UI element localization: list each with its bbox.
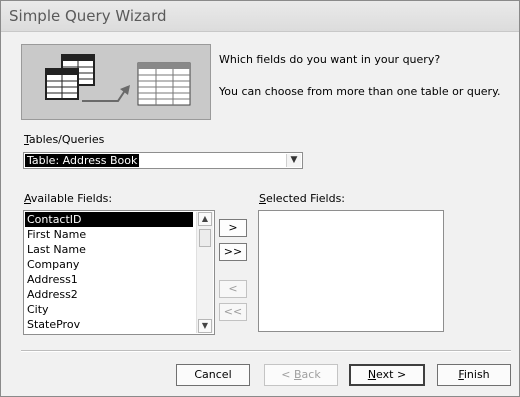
chevron-down-icon[interactable]: ▼: [286, 154, 301, 167]
list-item[interactable]: First Name: [25, 227, 193, 242]
selected-fields-list[interactable]: [258, 210, 444, 332]
tables-queries-label: Tables/Queries: [24, 133, 105, 146]
wizard-hint: You can choose from more than one table …: [219, 85, 501, 98]
remove-all-fields-button[interactable]: <<: [219, 303, 247, 321]
scroll-up-icon[interactable]: ▲: [198, 212, 212, 226]
list-item[interactable]: Last Name: [25, 242, 193, 257]
remove-field-button[interactable]: <: [219, 280, 247, 298]
wizard-illustration: [21, 44, 211, 120]
next-button[interactable]: Next >: [349, 364, 425, 386]
footer-divider: [21, 350, 511, 352]
wizard-question: Which fields do you want in your query?: [219, 53, 441, 66]
query-wizard-window: Simple Query Wizard Which fields do you …: [0, 0, 520, 397]
available-fields-list[interactable]: ContactID First Name Last Name Company A…: [23, 210, 215, 335]
title-bar[interactable]: Simple Query Wizard: [1, 1, 519, 32]
list-item[interactable]: City: [25, 302, 193, 317]
available-fields-label: Available Fields:: [24, 192, 113, 205]
scroll-down-icon[interactable]: ▼: [198, 319, 212, 333]
add-all-fields-button[interactable]: >>: [219, 243, 247, 261]
tables-to-table-arrow-icon: [45, 54, 191, 106]
list-item[interactable]: ContactID: [25, 212, 193, 227]
list-item[interactable]: Address2: [25, 287, 193, 302]
add-field-button[interactable]: >: [219, 219, 247, 237]
window-title: Simple Query Wizard: [9, 7, 167, 25]
list-item[interactable]: Address1: [25, 272, 193, 287]
scrollbar-thumb[interactable]: [199, 229, 211, 247]
finish-button[interactable]: Finish: [437, 364, 511, 386]
list-item[interactable]: Company: [25, 257, 193, 272]
tables-queries-select[interactable]: Table: Address Book ▼: [23, 152, 303, 169]
tables-queries-selected-value: Table: Address Book: [25, 154, 140, 167]
selected-fields-label: Selected Fields:: [259, 192, 346, 205]
back-button[interactable]: < Back: [264, 364, 338, 386]
available-fields-scrollbar[interactable]: ▲ ▼: [196, 212, 213, 333]
cancel-button[interactable]: Cancel: [176, 364, 250, 386]
list-item[interactable]: StateProv: [25, 317, 193, 332]
